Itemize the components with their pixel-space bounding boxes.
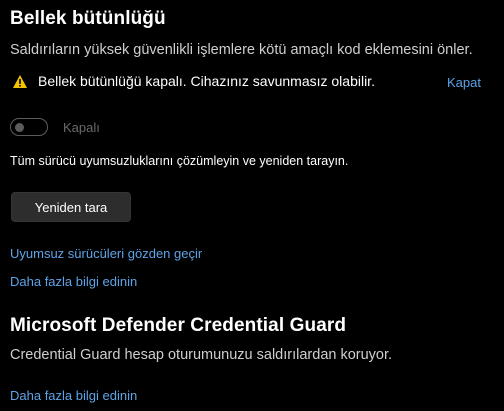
credential-guard-description: Credential Guard hesap oturumunuzu saldı… — [10, 347, 393, 363]
credential-guard-learn-more-link[interactable]: Daha fazla bilgi edinin — [10, 388, 137, 403]
credential-guard-title: Microsoft Defender Credential Guard — [10, 315, 347, 336]
memory-integrity-title: Bellek bütünlüğü — [10, 8, 166, 29]
toggle-state-label: Kapalı — [63, 120, 100, 135]
dismiss-warning-link[interactable]: Kapat — [447, 75, 481, 90]
rescan-button[interactable]: Yeniden tara — [11, 192, 131, 222]
warning-text: Bellek bütünlüğü kapalı. Cihazınız savun… — [38, 73, 375, 89]
warning-banner: Bellek bütünlüğü kapalı. Cihazınız savun… — [12, 73, 375, 89]
rescan-hint: Tüm sürücü uyumsuzluklarını çözümleyin v… — [10, 154, 349, 168]
review-incompatible-drivers-link[interactable]: Uyumsuz sürücüleri gözden geçir — [10, 246, 202, 261]
memory-integrity-toggle[interactable] — [10, 118, 48, 136]
memory-integrity-learn-more-link[interactable]: Daha fazla bilgi edinin — [10, 274, 137, 289]
memory-integrity-description: Saldırıların yüksek güvenlikli işlemlere… — [10, 42, 473, 58]
toggle-knob — [15, 122, 24, 132]
warning-triangle-icon — [12, 74, 28, 89]
